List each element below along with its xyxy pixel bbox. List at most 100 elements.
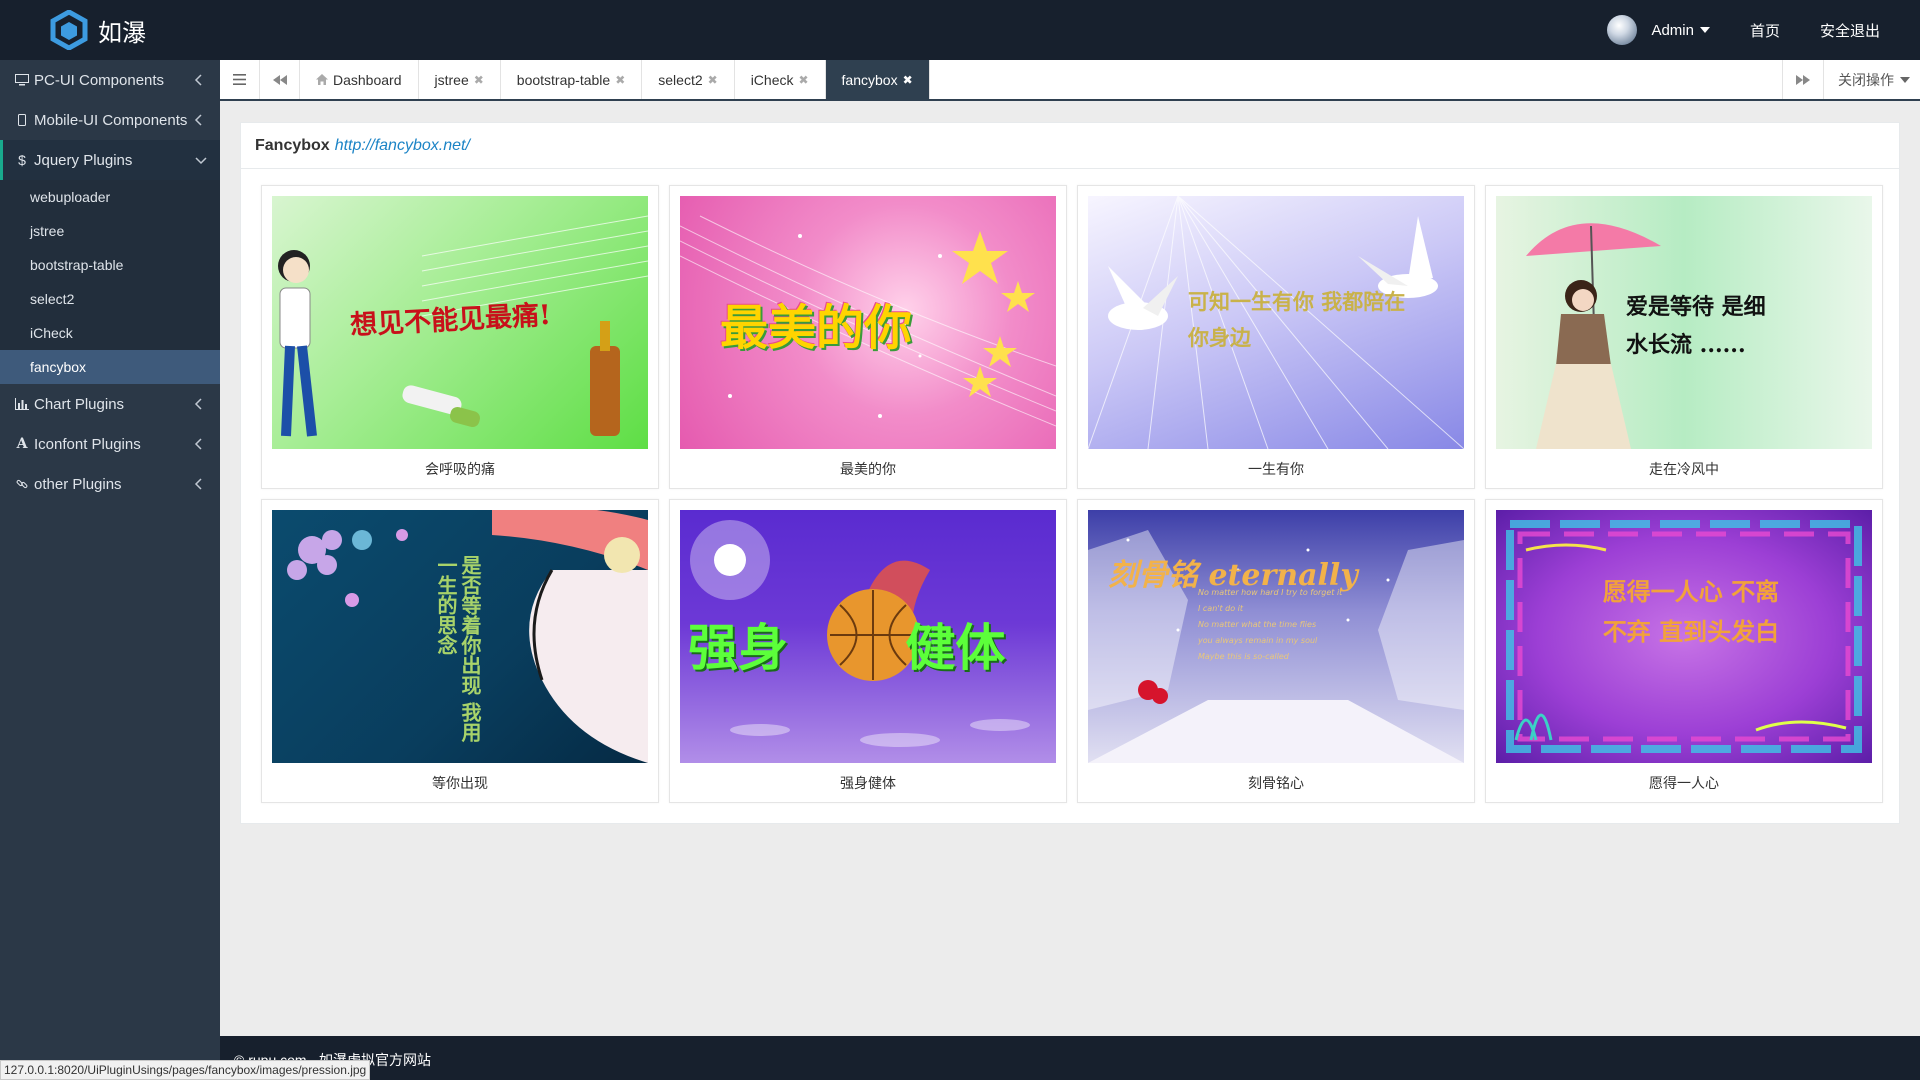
chevron-left-icon — [194, 114, 202, 126]
gallery-card[interactable]: 最美的你 最美的你 — [669, 185, 1067, 489]
sidebar-item-fancybox[interactable]: fancybox — [0, 350, 220, 384]
sidebar-item-bootstrap-table[interactable]: bootstrap-table — [0, 248, 220, 282]
gallery-card[interactable]: 可知一生有你 我都陪在你身边 一生有你 — [1077, 185, 1475, 489]
tab-fancybox[interactable]: fancybox ✖ — [825, 60, 930, 99]
sidebar-group-label: Jquery Plugins — [34, 151, 133, 169]
tab-bar: Dashboard jstree ✖ bootstrap-table ✖ sel… — [220, 60, 1920, 101]
close-icon[interactable]: ✖ — [615, 73, 625, 87]
sidebar-group-label: other Plugins — [34, 475, 122, 493]
chevron-left-icon — [194, 478, 202, 490]
close-operations-label: 关闭操作 — [1838, 71, 1894, 88]
card-caption: 走在冷风中 — [1649, 461, 1719, 477]
tab-label: fancybox — [841, 71, 898, 88]
gallery-card[interactable]: No matter how hard I try to forget it I … — [1077, 499, 1475, 803]
brand-name: 如瀑 — [98, 18, 146, 47]
sidebar-group-jquery-plugins[interactable]: $ Jquery Plugins — [0, 140, 220, 180]
card-caption: 强身健体 — [840, 775, 896, 791]
tab-scroll-left-button[interactable] — [260, 60, 300, 99]
tab-label: iCheck — [750, 71, 794, 88]
gallery-card[interactable]: 想见不能见最痛! 会呼吸的痛 — [261, 185, 659, 489]
user-menu[interactable]: Admin — [1651, 22, 1710, 39]
gallery-thumbnail[interactable]: 想见不能见最痛! — [272, 196, 648, 449]
tab-label: bootstrap-table — [516, 71, 611, 88]
close-icon[interactable]: ✖ — [798, 73, 808, 87]
art-text: 爱是等待 是细水长流 ...... — [1626, 294, 1766, 358]
tab-label: Dashboard — [333, 71, 402, 88]
sidebar-group-other-plugins[interactable]: other Plugins — [0, 464, 220, 504]
gallery-thumbnail[interactable]: 是否等着你出现 我用一生的思念 — [272, 510, 648, 763]
sidebar-group-pc-ui[interactable]: PC-UI Components — [0, 60, 220, 100]
gallery-thumbnail[interactable]: 爱是等待 是细水长流 ...... — [1496, 196, 1872, 449]
sidebar-group-mobile-ui[interactable]: Mobile-UI Components — [0, 100, 220, 140]
cube-logo-icon — [50, 10, 88, 50]
sidebar: PC-UI Components Mobile-UI Components $ … — [0, 60, 220, 1060]
browser-status-url: 127.0.0.1:8020/UiPluginUsings/pages/fanc… — [0, 1060, 371, 1080]
tab-icheck[interactable]: iCheck ✖ — [735, 60, 826, 99]
sidebar-group-chart-plugins[interactable]: Chart Plugins — [0, 384, 220, 424]
sidebar-submenu: webuploader jstree bootstrap-table selec… — [0, 180, 220, 384]
gallery-card[interactable]: 是否等着你出现 我用一生的思念 等你出现 — [261, 499, 659, 803]
close-icon[interactable]: ✖ — [903, 73, 913, 87]
gallery-thumbnail[interactable]: 强身 健体 — [680, 510, 1056, 763]
close-icon[interactable]: ✖ — [474, 73, 484, 87]
fancybox-panel: Fancybox http://fancybox.net/ 想见不能见最痛! 会… — [240, 122, 1900, 824]
tab-dashboard[interactable]: Dashboard — [300, 60, 419, 99]
sidebar-group-label: PC-UI Components — [34, 71, 165, 89]
panel-title: Fancybox — [255, 136, 330, 154]
close-icon[interactable]: ✖ — [708, 73, 718, 87]
link-icon — [14, 476, 30, 492]
caret-down-icon — [1900, 76, 1910, 83]
avatar[interactable] — [1607, 15, 1638, 45]
footer: © rupu.com - 如瀑虚拟官方网站 — [220, 1036, 1920, 1080]
svg-text:No matter what the time flies: No matter what the time flies — [1198, 620, 1316, 629]
dollar-icon: $ — [18, 152, 26, 168]
card-caption: 一生有你 — [1248, 461, 1304, 477]
bar-chart-icon — [14, 396, 30, 412]
sidebar-group-label: Mobile-UI Components — [34, 111, 188, 129]
fancybox-site-link[interactable]: http://fancybox.net/ — [335, 137, 470, 155]
gallery-thumbnail[interactable]: 愿得一人心 不离不弃 直到头发白 — [1496, 510, 1872, 763]
chevron-left-icon — [194, 74, 202, 86]
top-header: 如瀑 Admin 首页 安全退出 — [0, 0, 1920, 60]
menu-toggle-button[interactable] — [220, 60, 260, 99]
svg-text:you always remain in my soul: you always remain in my soul — [1197, 636, 1318, 645]
tab-scroll-right-button[interactable] — [1783, 74, 1823, 85]
art-text: 是否等着你出现 我用一生的思念 — [434, 555, 482, 742]
logout-link[interactable]: 安全退出 — [1820, 20, 1880, 41]
home-link[interactable]: 首页 — [1750, 20, 1780, 41]
card-caption: 等你出现 — [432, 775, 488, 791]
font-icon: A — [16, 436, 28, 452]
chevron-down-icon — [195, 157, 207, 165]
user-name: Admin — [1651, 21, 1694, 39]
gallery-thumbnail[interactable]: 最美的你 — [680, 196, 1056, 449]
sidebar-item-select2[interactable]: select2 — [0, 282, 220, 316]
hamburger-icon — [233, 74, 246, 85]
tab-bootstrap-table[interactable]: bootstrap-table ✖ — [501, 60, 643, 99]
logo[interactable]: 如瀑 — [50, 10, 146, 50]
card-caption: 刻骨铭心 — [1248, 775, 1304, 791]
gallery-card[interactable]: 愿得一人心 不离不弃 直到头发白 愿得一人心 — [1485, 499, 1883, 803]
card-caption: 最美的你 — [840, 461, 896, 477]
gallery-card[interactable]: 爱是等待 是细水长流 ...... 走在冷风中 — [1485, 185, 1883, 489]
desktop-icon — [14, 72, 30, 88]
sidebar-item-jstree[interactable]: jstree — [0, 214, 220, 248]
sidebar-group-label: Chart Plugins — [34, 395, 125, 413]
tab-select2[interactable]: select2 ✖ — [642, 60, 735, 99]
double-left-icon — [272, 74, 287, 85]
gallery-thumbnail[interactable]: 可知一生有你 我都陪在你身边 — [1088, 196, 1464, 449]
sidebar-item-webuploader[interactable]: webuploader — [0, 180, 220, 214]
art-text: 最美的你 — [720, 300, 913, 356]
double-right-icon — [1796, 74, 1810, 85]
mobile-icon — [14, 112, 30, 128]
card-caption: 愿得一人心 — [1649, 775, 1719, 791]
panel-header: Fancybox http://fancybox.net/ — [241, 123, 1899, 169]
gallery-card[interactable]: 强身 健体 强身健体 — [669, 499, 1067, 803]
sidebar-group-label: Iconfont Plugins — [34, 435, 141, 453]
gallery-thumbnail[interactable]: No matter how hard I try to forget it I … — [1088, 510, 1464, 763]
chevron-left-icon — [194, 438, 202, 450]
sidebar-item-icheck[interactable]: iCheck — [0, 316, 220, 350]
tab-jstree[interactable]: jstree ✖ — [419, 60, 501, 99]
svg-text:I can't do it: I can't do it — [1198, 604, 1244, 613]
sidebar-group-iconfont-plugins[interactable]: A Iconfont Plugins — [0, 424, 220, 464]
close-operations-dropdown[interactable]: 关闭操作 — [1823, 60, 1920, 99]
